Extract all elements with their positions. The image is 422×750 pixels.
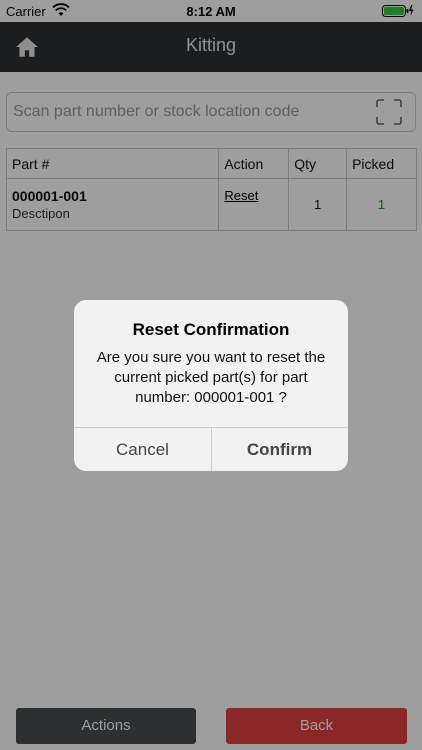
confirm-button[interactable]: Confirm <box>211 428 348 471</box>
dialog-message: Are you sure you want to reset the curre… <box>96 349 326 406</box>
dialog-title: Reset Confirmation <box>132 320 290 339</box>
cancel-button[interactable]: Cancel <box>74 428 211 471</box>
reset-confirmation-dialog: Reset Confirmation Are you sure you want… <box>74 300 348 471</box>
